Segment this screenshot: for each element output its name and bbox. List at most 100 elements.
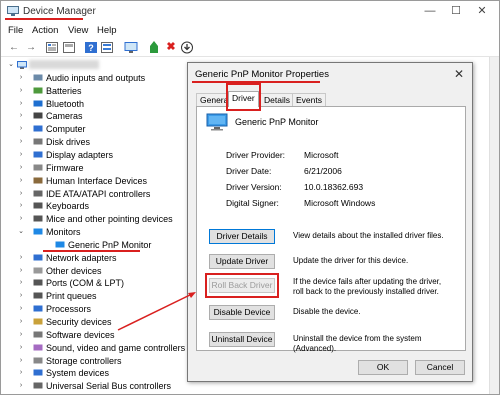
collapsed-chevron-icon[interactable]: › <box>17 72 25 84</box>
tree-item[interactable]: › Keyboards <box>1 200 191 212</box>
collapsed-chevron-icon[interactable]: › <box>17 367 25 379</box>
menu-file[interactable]: File <box>8 25 23 36</box>
forward-arrow-icon[interactable]: → <box>24 41 38 54</box>
expander-icon[interactable]: ⌄ <box>7 59 15 71</box>
tree-item[interactable]: › IDE ATA/ATAPI controllers <box>1 188 191 200</box>
tree-item-child[interactable]: Generic PnP Monitor <box>1 239 191 252</box>
collapsed-chevron-icon[interactable]: › <box>17 277 25 289</box>
help-icon[interactable]: ? <box>84 41 98 54</box>
tree-item[interactable]: › Sound, video and game controllers <box>1 342 191 354</box>
download-icon[interactable] <box>180 41 194 54</box>
collapsed-chevron-icon[interactable]: › <box>17 123 25 135</box>
collapsed-chevron-icon[interactable]: › <box>17 213 25 225</box>
collapsed-chevron-icon[interactable]: › <box>17 188 25 200</box>
monitor-icon[interactable] <box>124 41 138 54</box>
tree-item-label: Display adapters <box>46 149 114 160</box>
menu-action[interactable]: Action <box>32 25 58 36</box>
tab-details[interactable]: Details <box>260 93 294 107</box>
tree-item[interactable]: › Software devices <box>1 329 191 341</box>
device-category-icon <box>33 331 43 338</box>
tree-item[interactable]: › Other devices <box>1 265 191 277</box>
tree-item[interactable]: › Universal Serial Bus controllers <box>1 380 191 392</box>
update-driver-button[interactable]: Update Driver <box>209 254 275 269</box>
tree-item[interactable]: › Human Interface Devices <box>1 175 191 187</box>
collapsed-chevron-icon[interactable]: › <box>17 252 25 264</box>
add-driver-icon[interactable] <box>147 41 161 54</box>
tree-item[interactable]: › Computer <box>1 123 191 135</box>
collapsed-chevron-icon[interactable]: › <box>17 342 25 354</box>
tree-item[interactable]: › Bluetooth <box>1 98 191 110</box>
maximize-button[interactable]: ☐ <box>448 4 464 18</box>
collapsed-chevron-icon[interactable]: › <box>17 85 25 97</box>
tab-events[interactable]: Events <box>292 93 326 107</box>
tree-item[interactable]: › System devices <box>1 367 191 379</box>
close-button[interactable]: ✕ <box>474 4 490 18</box>
collapsed-chevron-icon[interactable]: › <box>17 290 25 302</box>
tree-item[interactable]: › Ports (COM & LPT) <box>1 277 191 289</box>
tree-item[interactable]: › Cameras <box>1 110 191 122</box>
tree-item-label: Mice and other pointing devices <box>46 214 173 225</box>
driver-details-button[interactable]: Driver Details <box>209 229 275 244</box>
tree-item-label: Other devices <box>46 265 102 276</box>
device-category-icon <box>33 305 43 312</box>
tree-item-label: Ports (COM & LPT) <box>46 278 125 289</box>
tree-item-label: Bluetooth <box>46 98 85 109</box>
collapsed-chevron-icon[interactable]: › <box>17 136 25 148</box>
tree-item[interactable]: › Batteries <box>1 85 191 97</box>
tree-item-label: Security devices <box>46 317 112 327</box>
monitor-icon <box>206 113 228 131</box>
cancel-button[interactable]: Cancel <box>415 360 465 375</box>
collapsed-chevron-icon[interactable]: › <box>17 303 25 315</box>
update-list-icon[interactable] <box>100 41 114 54</box>
driver-version-value: 10.0.18362.693 <box>304 182 364 192</box>
tree-root[interactable]: ⌄ <box>1 59 191 71</box>
disable-device-button[interactable]: Disable Device <box>209 305 275 320</box>
device-category-icon <box>33 74 43 81</box>
collapsed-chevron-icon[interactable]: › <box>17 149 25 161</box>
roll-back-annotation-box <box>205 273 279 298</box>
show-hide-icon[interactable] <box>62 41 76 54</box>
collapsed-chevron-icon[interactable]: › <box>17 329 25 341</box>
device-manager-icon <box>7 6 19 16</box>
device-category-icon <box>33 100 43 107</box>
collapsed-chevron-icon[interactable]: › <box>17 316 25 328</box>
tree-item[interactable]: › Display adapters <box>1 149 191 161</box>
driver-provider-value: Microsoft <box>304 150 339 160</box>
minimize-button[interactable]: — <box>422 4 438 18</box>
tree-item[interactable]: › Storage controllers <box>1 355 191 367</box>
collapsed-chevron-icon[interactable]: › <box>17 355 25 367</box>
dialog-close-button[interactable]: ✕ <box>454 67 464 81</box>
tree-item[interactable]: ⌄ Monitors <box>1 226 191 238</box>
collapsed-chevron-icon[interactable]: › <box>17 98 25 110</box>
device-category-icon <box>33 279 43 286</box>
device-category-icon <box>33 318 43 325</box>
collapsed-chevron-icon[interactable]: › <box>17 110 25 122</box>
collapsed-chevron-icon[interactable]: › <box>17 162 25 174</box>
uninstall-icon[interactable]: ✖ <box>164 41 178 54</box>
svg-text:?: ? <box>88 43 94 53</box>
tree-item[interactable]: › Mice and other pointing devices <box>1 213 191 225</box>
ok-button[interactable]: OK <box>358 360 408 375</box>
back-arrow-icon[interactable]: ← <box>7 41 21 54</box>
tree-item[interactable]: › Disk drives <box>1 136 191 148</box>
collapsed-chevron-icon[interactable]: › <box>17 175 25 187</box>
tree-item[interactable]: › Audio inputs and outputs <box>1 72 191 84</box>
expanded-chevron-icon[interactable]: ⌄ <box>17 226 25 238</box>
collapsed-chevron-icon[interactable]: › <box>17 265 25 277</box>
tree-item-label: Print queues <box>46 291 97 302</box>
vertical-scrollbar[interactable] <box>489 57 499 394</box>
menu-help[interactable]: Help <box>97 25 117 36</box>
collapsed-chevron-icon[interactable]: › <box>17 380 25 392</box>
tree-item[interactable]: › Firmware <box>1 162 191 174</box>
tree-item-label: Network adapters <box>46 252 117 263</box>
tree-item[interactable]: › Network adapters <box>1 252 191 264</box>
device-name: Generic PnP Monitor <box>235 117 319 127</box>
collapsed-chevron-icon[interactable]: › <box>17 200 25 212</box>
menu-view[interactable]: View <box>68 25 88 36</box>
uninstall-device-button[interactable]: Uninstall Device <box>209 332 275 347</box>
tree-item[interactable]: › Processors <box>1 303 191 315</box>
tree-item[interactable]: › Print queues <box>1 290 191 302</box>
properties-icon[interactable] <box>45 41 59 54</box>
uninstall-device-description: Uninstall the device from the system (Ad… <box>293 334 422 353</box>
tree-item[interactable]: › Security devices <box>1 316 191 328</box>
